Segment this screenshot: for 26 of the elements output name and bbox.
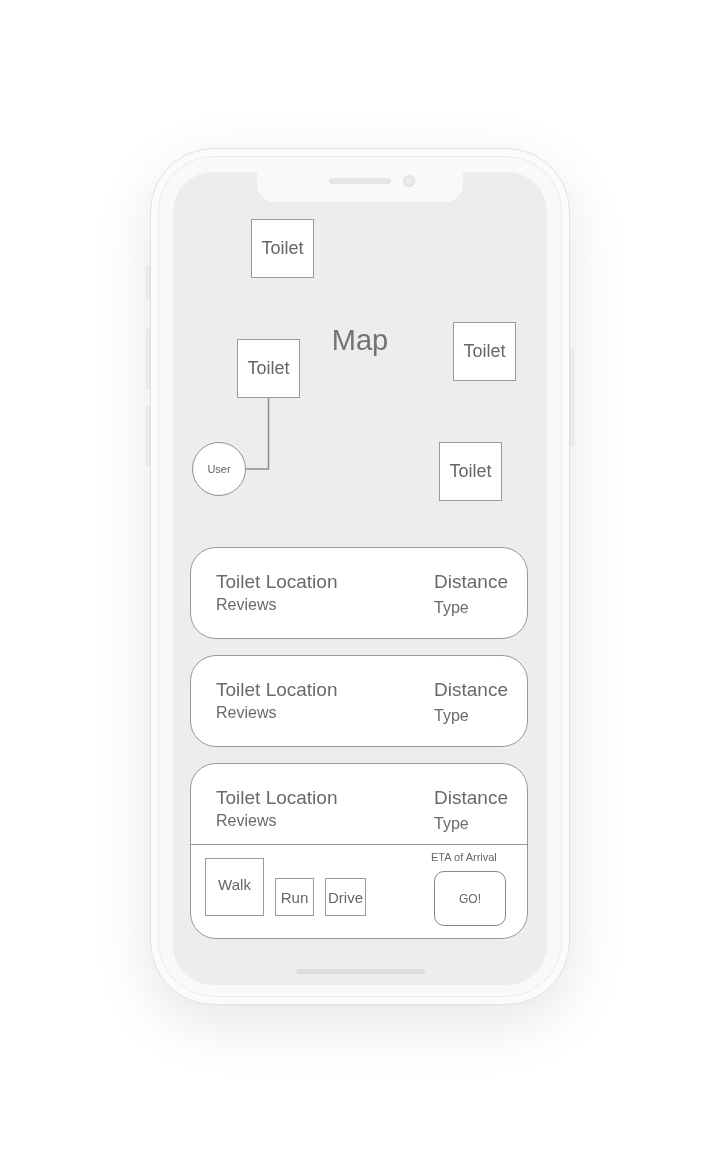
type-label: Type: [434, 814, 469, 833]
reviews-label: Reviews: [216, 595, 277, 614]
type-label: Type: [434, 706, 469, 725]
user-location-marker: User: [192, 442, 246, 496]
location-name: Toilet Location: [216, 679, 338, 701]
result-card[interactable]: Toilet Location Reviews Distance Type Walk Run Drive ETA of Arrival GO!: [190, 763, 528, 939]
result-card[interactable]: Toilet Location Reviews Distance Type: [190, 655, 528, 747]
reviews-label: Reviews: [216, 811, 277, 830]
toilet-marker[interactable]: Toilet: [237, 339, 300, 398]
reviews-label: Reviews: [216, 703, 277, 722]
distance-label: Distance: [434, 679, 508, 701]
toilet-marker[interactable]: Toilet: [439, 442, 502, 501]
toilet-marker[interactable]: Toilet: [251, 219, 314, 278]
location-name: Toilet Location: [216, 787, 338, 809]
type-label: Type: [434, 598, 469, 617]
distance-label: Distance: [434, 787, 508, 809]
travel-mode-button[interactable]: Drive: [325, 878, 366, 916]
travel-mode-button[interactable]: Walk: [205, 858, 264, 916]
toilet-marker[interactable]: Toilet: [453, 322, 516, 381]
result-card[interactable]: Toilet Location Reviews Distance Type: [190, 547, 528, 639]
go-button[interactable]: GO!: [434, 871, 506, 926]
map-title: Map: [330, 323, 390, 357]
location-name: Toilet Location: [216, 571, 338, 593]
travel-mode-button[interactable]: Run: [275, 878, 314, 916]
distance-label: Distance: [434, 571, 508, 593]
eta-label: ETA of Arrival: [431, 851, 497, 864]
